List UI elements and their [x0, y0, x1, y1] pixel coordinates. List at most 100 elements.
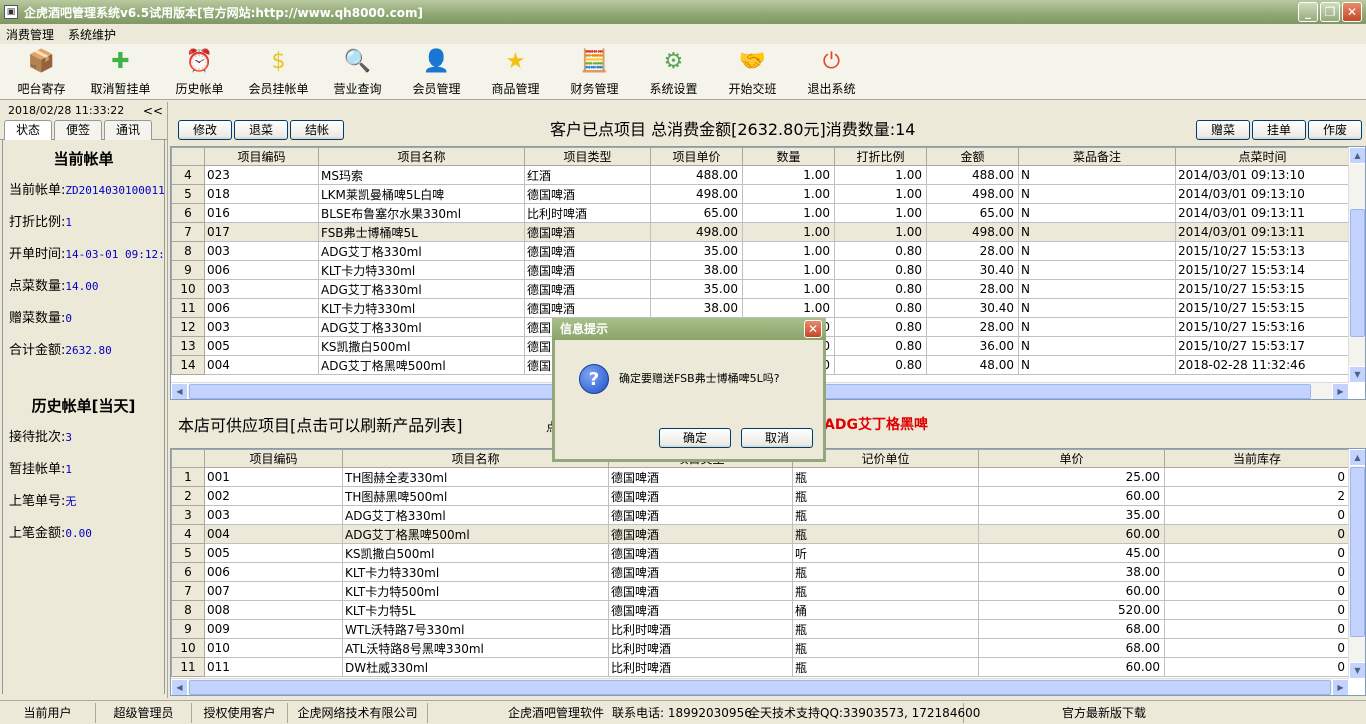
menu-system[interactable]: 系统维护 — [68, 26, 116, 43]
column-header[interactable]: 项目类型 — [524, 147, 651, 166]
table-cell[interactable]: 001 — [204, 467, 343, 487]
table-cell[interactable]: 1.00 — [742, 260, 835, 280]
table-cell[interactable]: 003 — [204, 279, 319, 299]
table-cell[interactable]: 60.00 — [978, 581, 1165, 601]
table-cell[interactable]: 8 — [171, 241, 205, 261]
table-cell[interactable]: 瓶 — [792, 619, 979, 639]
table-cell[interactable]: 瓶 — [792, 581, 979, 601]
table-cell[interactable]: 1.00 — [742, 279, 835, 299]
table-cell[interactable]: 65.00 — [650, 203, 743, 223]
table-cell[interactable]: 0.80 — [834, 336, 927, 356]
column-header[interactable] — [171, 449, 205, 468]
column-header[interactable]: 项目名称 — [318, 147, 525, 166]
table-cell[interactable]: 2 — [1164, 486, 1350, 506]
table-cell[interactable]: 0 — [1164, 505, 1350, 525]
table-cell[interactable]: 桶 — [792, 600, 979, 620]
table-cell[interactable]: 28.00 — [926, 279, 1019, 299]
table-cell[interactable]: 10 — [171, 279, 205, 299]
scroll-thumb[interactable] — [1350, 209, 1365, 337]
hold-button[interactable]: 挂单 — [1252, 120, 1306, 140]
table-cell[interactable]: 14 — [171, 355, 205, 375]
table-cell[interactable]: 48.00 — [926, 355, 1019, 375]
table-cell[interactable]: 9 — [171, 260, 205, 280]
table-cell[interactable]: 德国啤酒 — [608, 524, 793, 544]
table-cell[interactable]: N — [1018, 241, 1176, 261]
table-cell[interactable]: ADG艾丁格黑啤500ml — [342, 524, 609, 544]
return-dish-button[interactable]: 退菜 — [234, 120, 288, 140]
table-row[interactable]: 5 018 LKM莱凯曼桶啤5L白啤 德国啤酒 498.00 1.00 1.00 498.00… — [171, 184, 1350, 204]
toolbar-button-8[interactable]: ⚙ 系统设置 — [634, 44, 713, 100]
table-row[interactable]: 3 003 ADG艾丁格330ml 德国啤酒瓶 35.00 0 — [171, 505, 1350, 525]
scroll-up-icon[interactable]: ▲ — [1349, 449, 1365, 466]
table-cell[interactable]: BLSE布鲁塞尔水果330ml — [318, 203, 525, 223]
status-download[interactable]: 官方最新版下载 — [964, 703, 1150, 723]
table-cell[interactable]: N — [1018, 355, 1176, 375]
table-cell[interactable]: N — [1018, 184, 1176, 204]
toolbar-button-5[interactable]: 👤 会员管理 — [397, 44, 476, 100]
table-cell[interactable]: 36.00 — [926, 336, 1019, 356]
table-cell[interactable]: KLT卡力特330ml — [318, 260, 525, 280]
table-cell[interactable]: KLT卡力特330ml — [318, 298, 525, 318]
table-cell[interactable]: 1.00 — [742, 241, 835, 261]
table-cell[interactable]: 0 — [1164, 581, 1350, 601]
table-cell[interactable]: 2018-02-28 11:32:46 — [1175, 355, 1350, 375]
tab-status[interactable]: 状态 — [4, 120, 52, 140]
table-cell[interactable]: 1.00 — [834, 222, 927, 242]
table-cell[interactable]: 1.00 — [742, 222, 835, 242]
table-cell[interactable]: 1.00 — [742, 203, 835, 223]
table-cell[interactable]: 比利时啤酒 — [608, 657, 793, 677]
table-cell[interactable]: 35.00 — [650, 279, 743, 299]
column-header[interactable]: 数量 — [742, 147, 835, 166]
table-cell[interactable]: ADG艾丁格330ml — [318, 241, 525, 261]
table-cell[interactable]: KLT卡力特500ml — [342, 581, 609, 601]
scroll-right-icon[interactable]: ▶ — [1332, 383, 1349, 399]
table-row[interactable]: 1 001 TH图赫全麦330ml 德国啤酒瓶 25.00 0 — [171, 467, 1350, 487]
table-cell[interactable]: DW杜威330ml — [342, 657, 609, 677]
table-cell[interactable]: 0.80 — [834, 260, 927, 280]
table-cell[interactable]: 5 — [171, 543, 205, 563]
table-cell[interactable]: N — [1018, 203, 1176, 223]
table-row[interactable]: 8 008 KLT卡力特5L 德国啤酒桶 520.00 0 — [171, 600, 1350, 620]
table-cell[interactable]: 003 — [204, 317, 319, 337]
table-cell[interactable]: 35.00 — [650, 241, 743, 261]
toolbar-button-3[interactable]: $ 会员挂帐单 — [239, 44, 318, 100]
scroll-down-icon[interactable]: ▼ — [1349, 366, 1365, 383]
table-cell[interactable]: 12 — [171, 317, 205, 337]
table-cell[interactable]: 004 — [204, 355, 319, 375]
toolbar-button-4[interactable]: 🔍 营业查询 — [318, 44, 397, 100]
table-cell[interactable]: 2015/10/27 15:53:14 — [1175, 260, 1350, 280]
table-cell[interactable]: 1.00 — [742, 165, 835, 185]
menu-consume[interactable]: 消费管理 — [6, 26, 54, 43]
table-cell[interactable]: 1.00 — [834, 184, 927, 204]
table-cell[interactable]: KLT卡力特330ml — [342, 562, 609, 582]
table-cell[interactable]: 瓶 — [792, 467, 979, 487]
table-cell[interactable]: 008 — [204, 600, 343, 620]
table-cell[interactable]: 11 — [171, 657, 205, 677]
table-row[interactable]: 4 023 MS玛索 红酒 488.00 1.00 1.00 488.00 N 2014/03/0… — [171, 165, 1350, 185]
table-row[interactable]: 7 007 KLT卡力特500ml 德国啤酒瓶 60.00 0 — [171, 581, 1350, 601]
table-row[interactable]: 9 009 WTL沃特路7号330ml 比利时啤酒瓶 68.00 0 — [171, 619, 1350, 639]
scroll-left-icon[interactable]: ◀ — [171, 383, 188, 399]
table-cell[interactable]: N — [1018, 165, 1176, 185]
table-cell[interactable]: 018 — [204, 184, 319, 204]
table-cell[interactable]: 7 — [171, 581, 205, 601]
table-cell[interactable]: FSB弗士博桶啤5L — [318, 222, 525, 242]
table-row[interactable]: 7 017 FSB弗士博桶啤5L 德国啤酒 498.00 1.00 1.00 498.00 N 2… — [171, 222, 1350, 242]
close-button[interactable]: ✕ — [1342, 2, 1362, 22]
scroll-thumb[interactable] — [189, 680, 1331, 695]
table-cell[interactable]: TH图赫黑啤500ml — [342, 486, 609, 506]
table-cell[interactable]: 68.00 — [978, 619, 1165, 639]
table-cell[interactable]: 2015/10/27 15:53:15 — [1175, 298, 1350, 318]
maximize-button[interactable]: ❐ — [1320, 2, 1340, 22]
table-cell[interactable]: 0 — [1164, 543, 1350, 563]
table-cell[interactable]: 0 — [1164, 524, 1350, 544]
table-cell[interactable]: N — [1018, 222, 1176, 242]
table-row[interactable]: 2 002 TH图赫黑啤500ml 德国啤酒瓶 60.00 2 — [171, 486, 1350, 506]
table-cell[interactable]: KLT卡力特5L — [342, 600, 609, 620]
table-cell[interactable]: 023 — [204, 165, 319, 185]
orders-vscroll[interactable]: ▲ ▼ — [1348, 147, 1365, 383]
table-cell[interactable]: 2014/03/01 09:13:11 — [1175, 222, 1350, 242]
table-cell[interactable]: ADG艾丁格330ml — [318, 317, 525, 337]
table-cell[interactable]: 0.80 — [834, 317, 927, 337]
table-cell[interactable]: 65.00 — [926, 203, 1019, 223]
